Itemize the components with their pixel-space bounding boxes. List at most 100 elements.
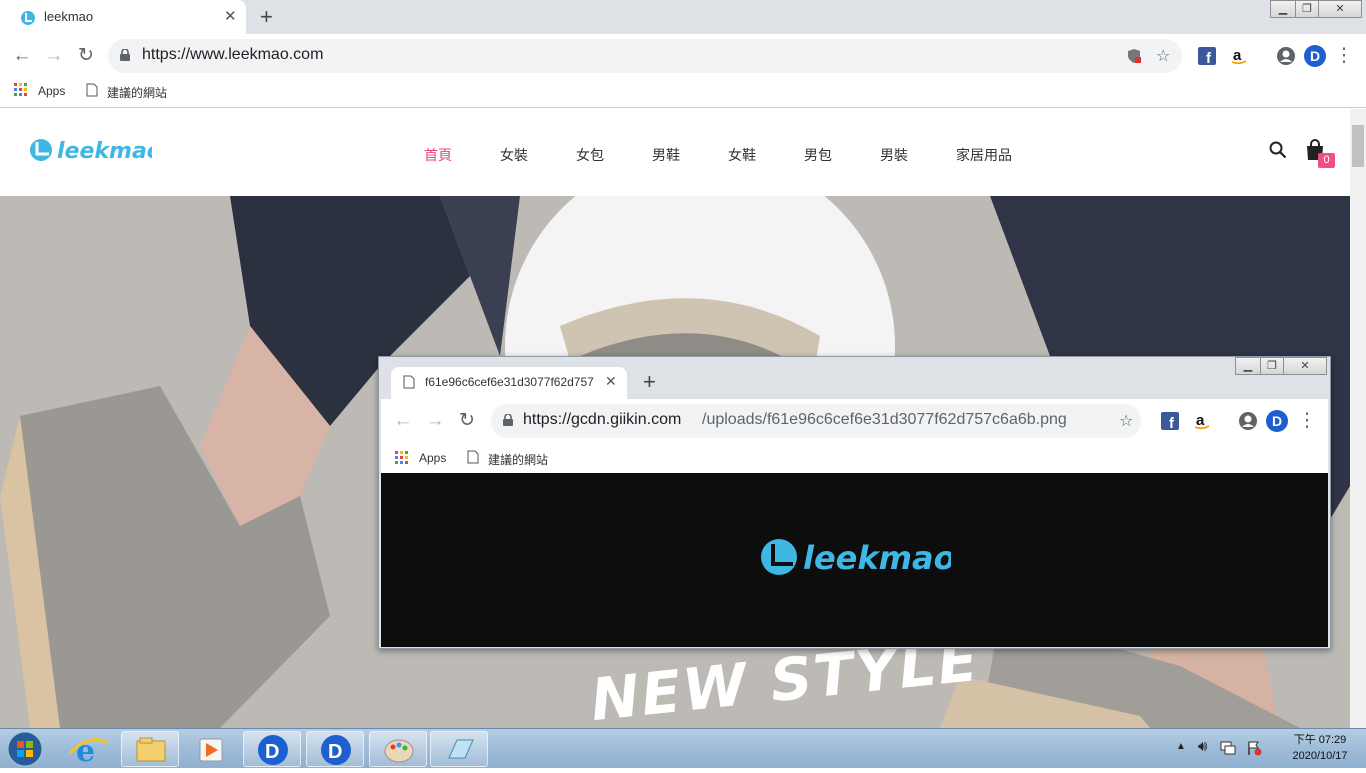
paint-palette-icon	[384, 739, 414, 763]
taskbar-d-app-1[interactable]: D	[243, 731, 301, 767]
svg-text:D: D	[328, 741, 342, 763]
page-icon	[403, 375, 415, 389]
tray-clock[interactable]: 下午 07:29 2020/10/17	[1276, 732, 1364, 764]
scrollbar-thumb[interactable]	[1352, 125, 1364, 167]
minimize-button[interactable]: ▁	[1270, 0, 1296, 18]
new-tab-button[interactable]: +	[260, 4, 273, 30]
popup-address-bar[interactable]: https://gcdn.giikin.com /uploads/f61e96c…	[491, 404, 1141, 438]
tab-close-icon[interactable]: ✕	[224, 7, 237, 25]
popup-reload-button[interactable]: ↻	[455, 409, 479, 433]
folder-icon	[136, 737, 166, 762]
back-button[interactable]: ←	[10, 44, 34, 68]
forward-button[interactable]: →	[42, 44, 66, 68]
nav-mens-shoes[interactable]: 男鞋	[652, 145, 680, 165]
apps-grid-icon	[14, 83, 27, 96]
leekmao-favicon	[21, 11, 35, 25]
taskbar-paint[interactable]	[369, 731, 427, 767]
nav-mens-clothing[interactable]: 男裝	[880, 145, 908, 165]
volume-icon[interactable]: 🔊︎	[1198, 738, 1207, 755]
browser-toolbar: ← → ↻ https://www.leekmao.com ☆ f a D ⋮	[0, 34, 1366, 78]
bookmark-star-icon[interactable]: ☆	[1156, 46, 1170, 66]
svg-text:leekmao: leekmao	[57, 139, 152, 164]
leekmao-logo[interactable]: leekmao	[28, 135, 152, 165]
reload-button[interactable]: ↻	[74, 44, 98, 68]
notepad-icon	[448, 739, 474, 759]
shield-blocked-icon[interactable]	[1126, 48, 1142, 64]
taskbar-file-explorer[interactable]	[121, 731, 179, 767]
page-scrollbar[interactable]	[1350, 109, 1366, 728]
lock-icon	[120, 49, 130, 61]
bookmark-suggested-sites[interactable]: 建議的網站	[107, 84, 167, 101]
popup-toolbar: ← → ↻ https://gcdn.giikin.com /uploads/f…	[381, 399, 1328, 443]
svg-text:D: D	[1310, 48, 1320, 64]
popup-profile-d-avatar-icon[interactable]: D	[1265, 409, 1289, 433]
search-icon[interactable]	[1269, 141, 1287, 159]
nav-womens-clothing[interactable]: 女裝	[500, 145, 528, 165]
leekmao-logo-image: leekmao	[761, 539, 951, 577]
popup-bookmark-apps[interactable]: Apps	[419, 451, 446, 465]
account-icon[interactable]	[1276, 46, 1296, 66]
popup-browser-tab[interactable]: f61e96c6cef6e31d3077f62d757 ✕	[391, 367, 627, 399]
popup-account-icon[interactable]	[1238, 411, 1258, 431]
popup-lock-icon	[503, 414, 513, 426]
windows-taskbar: e D D ▲ �	[0, 728, 1366, 769]
popup-url-path: /uploads/f61e96c6cef6e31d3077f62d757c6a6…	[702, 411, 1067, 428]
site-header: leekmao 首頁 女裝 女包 男鞋 女鞋 男包 男裝 家居用品 0	[0, 109, 1350, 196]
svg-text:D: D	[265, 741, 279, 763]
url-text: https://www.leekmao.com	[142, 46, 324, 63]
popup-image-content: leekmao	[381, 473, 1328, 647]
amazon-extension-icon[interactable]: a	[1229, 46, 1249, 66]
media-player-icon	[199, 738, 223, 762]
popup-new-tab-button[interactable]: +	[643, 369, 656, 395]
nav-mens-bags[interactable]: 男包	[804, 145, 832, 165]
start-button-icon[interactable]	[4, 730, 46, 768]
popup-close-window-button[interactable]: ✕	[1283, 357, 1327, 375]
popup-restore-button[interactable]: ❐	[1260, 357, 1284, 375]
svg-text:D: D	[1272, 413, 1282, 429]
tray-date: 2020/10/17	[1292, 750, 1348, 762]
svg-text:leekmao: leekmao	[803, 539, 951, 577]
action-center-flag-icon[interactable]	[1246, 740, 1262, 756]
cart-count-badge: 0	[1318, 153, 1335, 168]
popup-tab-title: f61e96c6cef6e31d3077f62d757	[425, 375, 594, 389]
d-app-icon: D	[258, 735, 288, 765]
bookmark-apps[interactable]: Apps	[38, 84, 65, 98]
popup-back-button[interactable]: ←	[391, 409, 415, 433]
d-app-icon: D	[321, 735, 351, 765]
tray-expand-icon[interactable]: ▲	[1176, 741, 1186, 752]
internet-explorer-icon: e	[68, 734, 109, 769]
taskbar-notepad[interactable]	[430, 731, 488, 767]
popup-amazon-extension-icon[interactable]: a	[1192, 411, 1212, 431]
popup-url-host: https://gcdn.giikin.com	[523, 411, 682, 428]
network-icon[interactable]	[1220, 740, 1236, 756]
restore-button[interactable]: ❐	[1295, 0, 1319, 18]
popup-minimize-button[interactable]: ▁	[1235, 357, 1261, 375]
popup-bookmark-star-icon[interactable]: ☆	[1119, 411, 1133, 431]
browser-menu-icon[interactable]: ⋮	[1332, 44, 1356, 68]
tab-strip: leekmao ✕ + ▁ ❐ ✕	[0, 0, 1366, 34]
popup-facebook-extension-icon[interactable]: f	[1160, 411, 1180, 431]
page-icon	[86, 83, 98, 97]
popup-apps-grid-icon	[395, 451, 408, 464]
taskbar-media-player[interactable]	[182, 731, 240, 767]
nav-womens-bags[interactable]: 女包	[576, 145, 604, 165]
svg-text:a: a	[1233, 47, 1242, 64]
close-window-button[interactable]: ✕	[1318, 0, 1362, 18]
popup-forward-button[interactable]: →	[423, 409, 447, 433]
nav-home[interactable]: 首頁	[424, 145, 452, 165]
nav-home-goods[interactable]: 家居用品	[956, 145, 1012, 165]
taskbar-internet-explorer[interactable]: e	[60, 731, 118, 769]
popup-bookmarks-bar: Apps 建議的網站	[381, 443, 1328, 473]
browser-tab-leekmao[interactable]: leekmao ✕	[0, 0, 246, 34]
profile-d-avatar-icon[interactable]: D	[1303, 44, 1327, 68]
page-icon	[467, 450, 479, 464]
popup-tab-close-icon[interactable]: ✕	[605, 373, 617, 390]
popup-bookmark-suggested-sites[interactable]: 建議的網站	[488, 451, 548, 468]
tab-title: leekmao	[44, 9, 94, 24]
nav-womens-shoes[interactable]: 女鞋	[728, 145, 756, 165]
taskbar-d-app-2[interactable]: D	[306, 731, 364, 767]
facebook-extension-icon[interactable]: f	[1197, 46, 1217, 66]
address-bar[interactable]: https://www.leekmao.com ☆	[108, 39, 1182, 73]
bookmarks-bar: Apps 建議的網站	[0, 78, 1366, 108]
popup-browser-menu-icon[interactable]: ⋮	[1295, 409, 1319, 433]
